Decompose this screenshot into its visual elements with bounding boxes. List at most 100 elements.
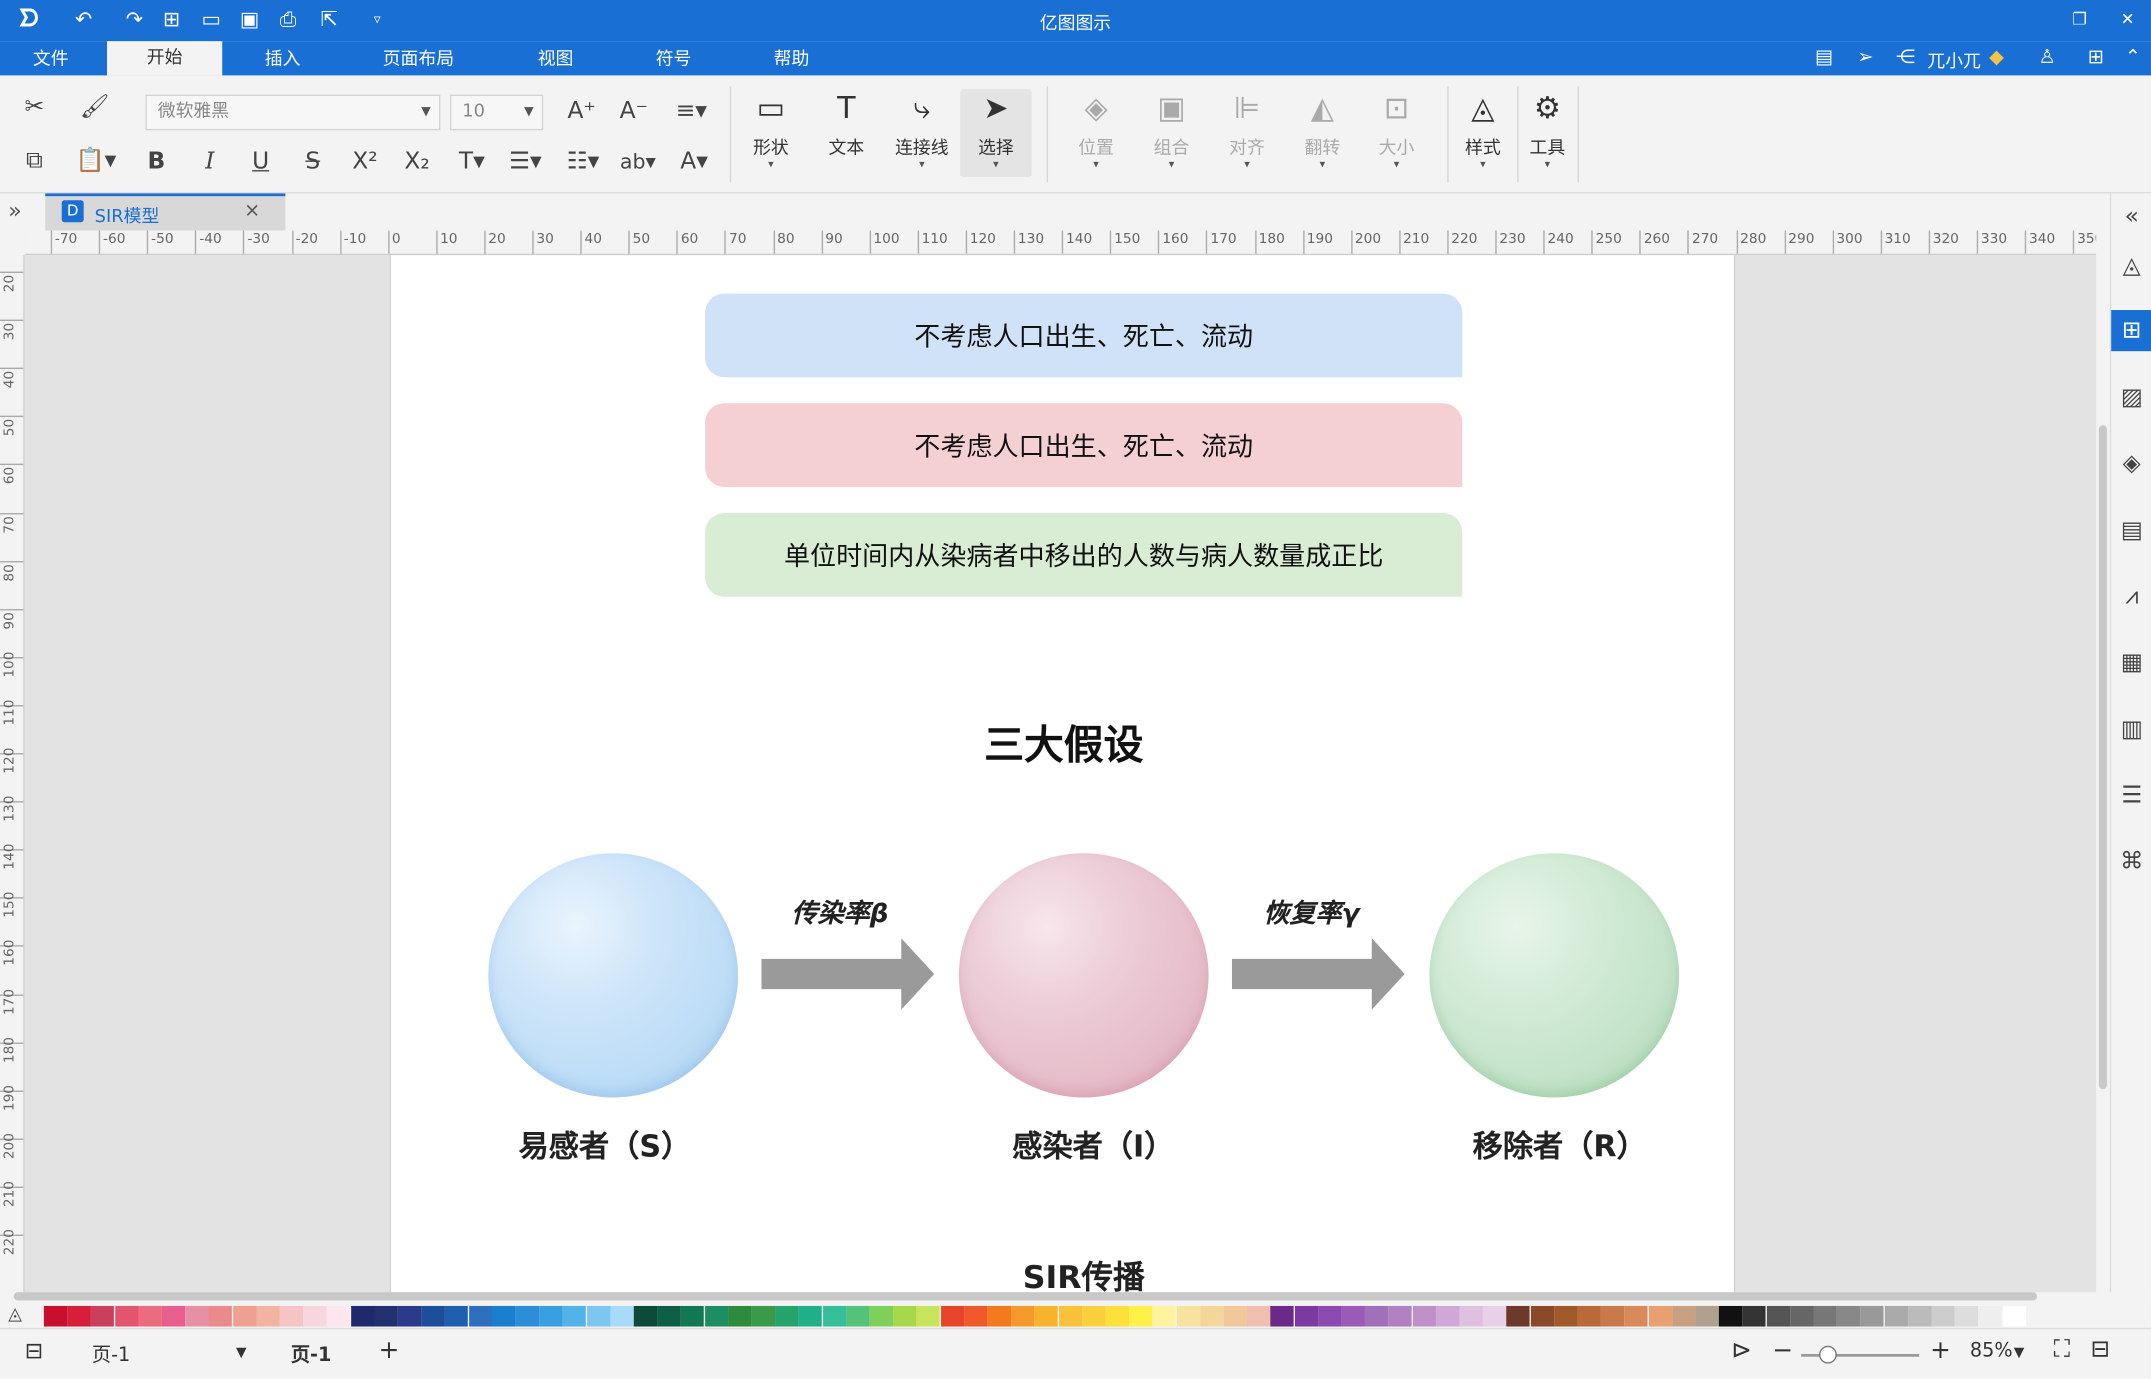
recovery-arrow[interactable]	[1231, 938, 1408, 1012]
align-text-icon[interactable]: ≡▾	[669, 96, 713, 129]
layers-icon[interactable]: ◈	[2111, 443, 2151, 484]
color-swatch[interactable]	[1978, 1305, 2002, 1327]
menu-view[interactable]: 视图	[521, 45, 590, 75]
color-swatch[interactable]	[539, 1305, 563, 1327]
text-case-icon[interactable]: ab▾	[615, 147, 662, 180]
color-swatch[interactable]	[397, 1305, 422, 1327]
increase-font-icon[interactable]: A⁺	[565, 96, 598, 129]
add-page-button[interactable]: +	[379, 1336, 400, 1365]
color-swatch[interactable]	[869, 1305, 894, 1327]
color-swatch[interactable]	[987, 1305, 1012, 1327]
shape-button[interactable]: ▭ 形状 ▾	[735, 89, 806, 177]
color-swatch[interactable]	[1955, 1305, 1979, 1327]
horizontal-scrollbar[interactable]	[13, 1292, 2038, 1301]
color-swatch[interactable]	[1459, 1305, 1483, 1327]
color-swatch[interactable]	[2002, 1305, 2026, 1327]
tools-button[interactable]: ⚙ 工具 ▾	[1517, 89, 1577, 177]
color-swatch[interactable]	[610, 1305, 634, 1327]
color-swatch[interactable]	[468, 1305, 492, 1327]
page-tab[interactable]: 页-1	[291, 1340, 332, 1367]
color-swatch[interactable]	[1365, 1305, 1389, 1327]
size-button[interactable]: ⊡ 大小 ▾	[1361, 89, 1432, 177]
color-swatch[interactable]	[1435, 1305, 1460, 1327]
color-swatch[interactable]	[1742, 1305, 1767, 1327]
color-swatch[interactable]	[1082, 1305, 1106, 1327]
color-swatch[interactable]	[751, 1305, 776, 1327]
color-swatch[interactable]	[114, 1305, 138, 1327]
infected-label[interactable]: 感染者（I）	[956, 1122, 1230, 1166]
color-swatch[interactable]	[1884, 1305, 1908, 1327]
comment-icon[interactable]: ▤	[1815, 47, 1833, 69]
color-swatch[interactable]	[1719, 1305, 1743, 1327]
font-color-icon[interactable]: A▾	[672, 147, 716, 180]
color-swatch[interactable]	[680, 1305, 705, 1327]
vertical-scrollbar[interactable]	[2098, 425, 2108, 1090]
paste-icon[interactable]: 📋▾	[74, 145, 118, 178]
menu-home[interactable]: 开始	[107, 41, 223, 76]
transmission-arrow[interactable]	[761, 938, 937, 1012]
bullet-list-icon[interactable]: ☷▾	[560, 147, 607, 180]
fill-bucket-icon[interactable]: ◬	[2111, 246, 2151, 287]
assumptions-heading[interactable]: 三大假设	[391, 713, 1737, 771]
image-icon[interactable]: ▨	[2111, 377, 2151, 418]
group-button[interactable]: ▣ 组合 ▾	[1136, 89, 1207, 177]
fullscreen-icon[interactable]: ⛶	[2054, 1336, 2070, 1363]
restore-window-icon[interactable]: ❐	[2062, 4, 2098, 34]
italic-icon[interactable]: I	[193, 147, 226, 180]
color-swatch[interactable]	[421, 1305, 445, 1327]
flip-button[interactable]: ◭ 翻转 ▾	[1287, 89, 1358, 177]
close-tab-icon[interactable]: ×	[244, 200, 260, 222]
color-swatch[interactable]	[893, 1305, 917, 1327]
color-swatch[interactable]	[1152, 1305, 1177, 1327]
color-swatch[interactable]	[1412, 1305, 1436, 1327]
underline-icon[interactable]: U	[244, 147, 277, 180]
menu-page-layout[interactable]: 页面布局	[362, 45, 474, 75]
color-swatch[interactable]	[775, 1305, 799, 1327]
auto-layout-icon[interactable]: ⌘	[2111, 841, 2151, 882]
color-swatch[interactable]	[822, 1305, 846, 1327]
line-spacing-icon[interactable]: ☰▾	[502, 147, 549, 180]
position-button[interactable]: ◈ 位置 ▾	[1060, 89, 1131, 177]
color-swatch[interactable]	[1837, 1305, 1861, 1327]
removed-circle[interactable]	[1429, 853, 1680, 1098]
color-swatch[interactable]	[256, 1305, 280, 1327]
color-swatch[interactable]	[43, 1305, 68, 1327]
color-swatch[interactable]	[728, 1305, 752, 1327]
assumption-box-2[interactable]: 不考虑人口出生、死亡、流动	[705, 403, 1463, 487]
color-swatch[interactable]	[562, 1305, 587, 1327]
text-button[interactable]: T 文本	[811, 89, 882, 177]
cut-icon[interactable]: ✂	[19, 92, 49, 125]
color-swatch[interactable]	[350, 1305, 374, 1327]
apps-grid-icon[interactable]: ⊞	[2088, 47, 2104, 69]
color-swatch[interactable]	[1105, 1305, 1129, 1327]
subscript-icon[interactable]: X₂	[401, 147, 434, 180]
color-swatch[interactable]	[1695, 1305, 1719, 1327]
color-swatch[interactable]	[704, 1305, 728, 1327]
color-swatch[interactable]	[916, 1305, 941, 1327]
color-swatch[interactable]	[161, 1305, 186, 1327]
color-swatch[interactable]	[138, 1305, 162, 1327]
menu-symbol[interactable]: 符号	[639, 45, 708, 75]
color-swatch[interactable]	[1247, 1305, 1271, 1327]
color-swatch[interactable]	[1766, 1305, 1790, 1327]
color-swatch[interactable]	[1601, 1305, 1625, 1327]
color-swatch[interactable]	[657, 1305, 681, 1327]
color-swatch[interactable]	[492, 1305, 516, 1327]
color-swatch[interactable]	[1341, 1305, 1365, 1327]
color-swatch[interactable]	[1270, 1305, 1295, 1327]
outline-icon[interactable]: ☰	[2111, 775, 2151, 816]
color-swatch[interactable]	[1129, 1305, 1153, 1327]
removed-label[interactable]: 移除者（R）	[1423, 1122, 1697, 1166]
color-swatch[interactable]	[232, 1305, 256, 1327]
chevron-down-icon[interactable]: ▼	[2014, 1346, 2025, 1361]
font-family-select[interactable]: 微软雅黑 ▼	[145, 94, 441, 131]
color-swatch[interactable]	[1058, 1305, 1082, 1327]
color-swatch[interactable]	[91, 1305, 115, 1327]
color-swatch[interactable]	[279, 1305, 304, 1327]
send-icon[interactable]: ➢	[1857, 47, 1873, 69]
color-swatch[interactable]	[1318, 1305, 1342, 1327]
color-swatch[interactable]	[1907, 1305, 1932, 1327]
recovery-rate-label[interactable]: 恢复率γ	[1263, 893, 1359, 930]
color-swatch[interactable]	[846, 1305, 870, 1327]
color-swatch[interactable]	[586, 1305, 610, 1327]
